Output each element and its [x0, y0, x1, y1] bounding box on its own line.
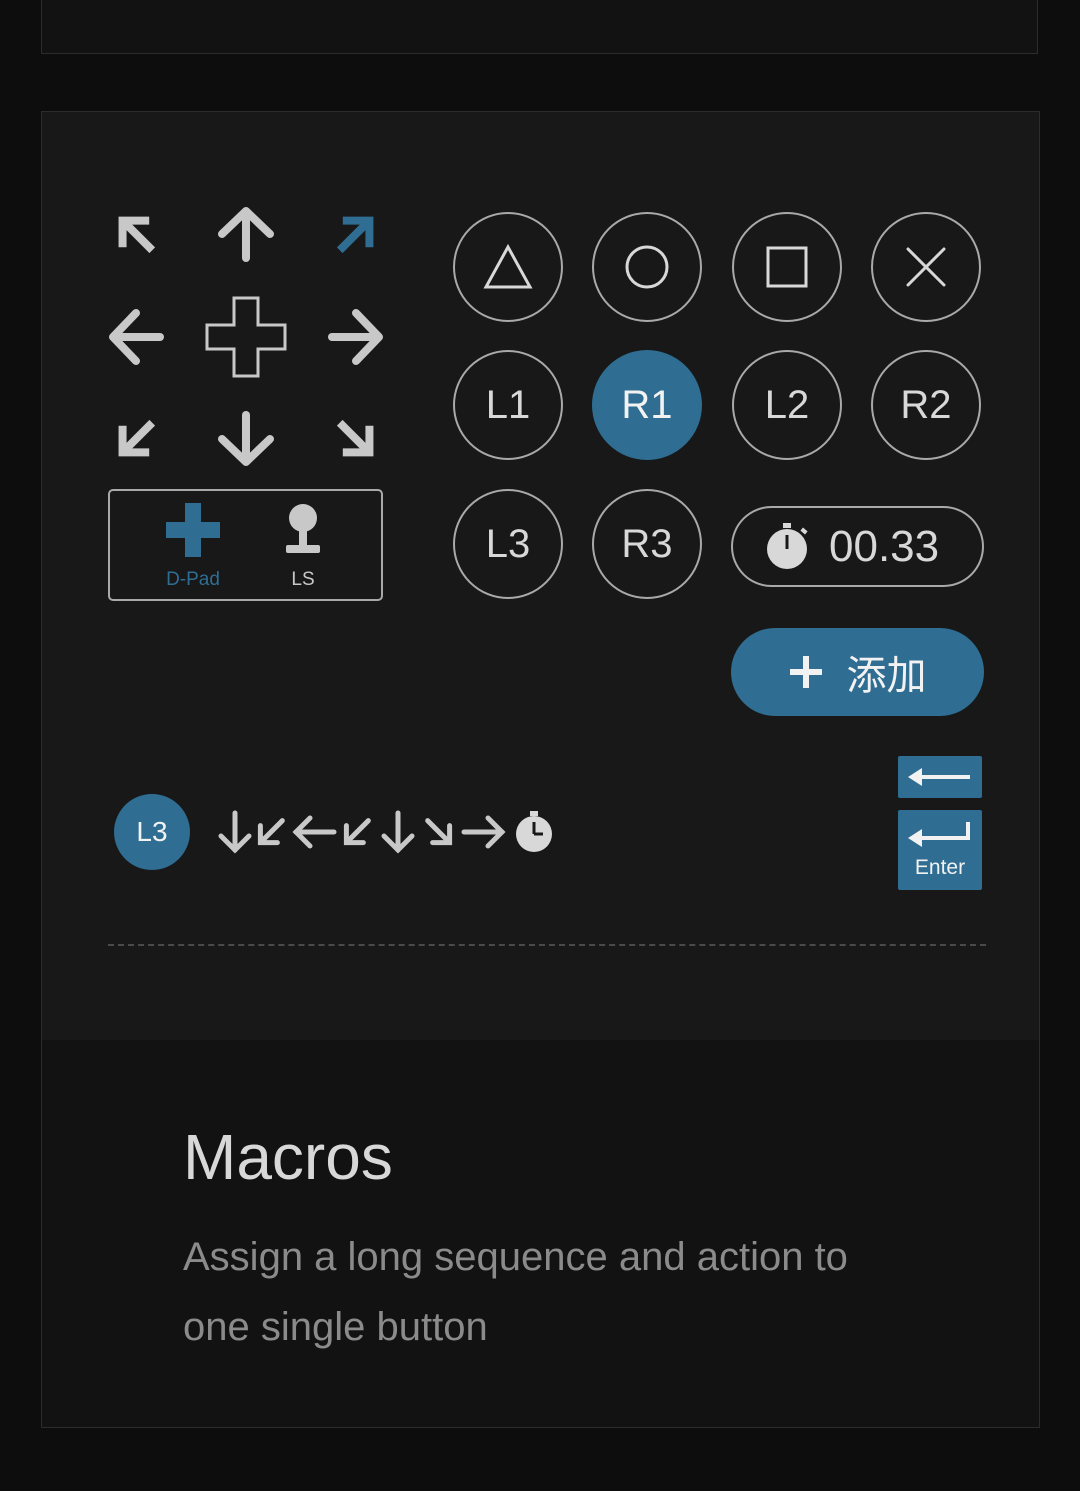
delay-timer-button[interactable]: 00.33: [731, 506, 984, 587]
timer-value: 00.33: [829, 521, 940, 571]
feature-card: D-Pad LS L1 R1 L2 R2 L3 R3 00.33 添加 L3 E…: [41, 111, 1040, 1428]
cross-button[interactable]: [871, 212, 981, 322]
r2-button[interactable]: R2: [871, 350, 981, 460]
backspace-key[interactable]: [898, 756, 982, 798]
dpad-center-button[interactable]: [201, 292, 291, 382]
arrow-up-icon: [218, 207, 274, 262]
enter-icon: [908, 822, 970, 847]
arrow-down-icon: [218, 411, 274, 466]
sequence-trigger-badge: L3: [114, 794, 190, 870]
l1-button[interactable]: L1: [453, 350, 563, 460]
feature-title: Macros: [183, 1121, 393, 1193]
add-button-label: 添加: [846, 653, 927, 699]
l3-button[interactable]: L3: [453, 489, 563, 599]
r1-button[interactable]: R1: [592, 350, 702, 460]
macro-editor-panel: D-Pad LS L1 R1 L2 R2 L3 R3 00.33 添加 L3 E…: [42, 112, 1039, 1040]
r3-button[interactable]: R3: [592, 489, 702, 599]
add-button[interactable]: 添加: [731, 628, 984, 716]
arrow-up-left-icon: [118, 216, 156, 254]
arrow-up-right-icon: [336, 216, 374, 254]
arrow-up-button[interactable]: [201, 189, 291, 279]
dpad-option[interactable]: D-Pad: [148, 501, 238, 593]
square-button[interactable]: [732, 212, 842, 322]
arrow-up-right-button[interactable]: [311, 189, 401, 279]
plus-icon: [789, 656, 822, 688]
step-down-left-icon: [257, 818, 285, 846]
ls-option[interactable]: LS: [258, 501, 348, 593]
l2-button[interactable]: L2: [732, 350, 842, 460]
circle-icon: [625, 245, 669, 289]
previous-card: [41, 0, 1038, 54]
stopwatch-icon: [767, 522, 808, 569]
input-source-selector: D-Pad LS: [108, 489, 383, 601]
arrow-right-button[interactable]: [311, 292, 401, 382]
arrow-down-left-icon: [118, 419, 156, 457]
step-right-icon: [461, 815, 506, 849]
cross-icon: [906, 247, 946, 287]
step-down-icon: [381, 810, 415, 854]
step-down-right-icon: [425, 818, 453, 846]
arrow-down-right-icon: [336, 419, 374, 457]
arrow-down-button[interactable]: [201, 394, 291, 484]
dpad-option-label: D-Pad: [166, 569, 220, 590]
triangle-icon: [483, 243, 533, 289]
macro-sequence[interactable]: L3: [114, 792, 556, 872]
arrow-down-right-button[interactable]: [311, 394, 401, 484]
enter-key[interactable]: Enter: [898, 810, 982, 890]
dashed-divider: [108, 944, 986, 946]
feature-description: Assign a long sequence and action to one…: [183, 1235, 848, 1349]
enter-key-label: Enter: [914, 856, 966, 879]
arrow-right-icon: [328, 309, 383, 365]
arrow-left-icon: [109, 309, 164, 365]
step-left-icon: [292, 815, 337, 849]
dpad-icon: [166, 503, 220, 557]
circle-button[interactable]: [592, 212, 702, 322]
square-icon: [766, 246, 808, 288]
step-down-left-icon: [343, 818, 371, 846]
joystick-icon: [286, 504, 320, 553]
arrow-up-left-button[interactable]: [91, 189, 181, 279]
arrow-left-button[interactable]: [91, 292, 181, 382]
arrow-down-left-button[interactable]: [91, 394, 181, 484]
dpad-outline-icon: [205, 296, 287, 378]
step-timer-icon: [516, 811, 552, 852]
sequence-steps: [218, 810, 556, 854]
triangle-button[interactable]: [453, 212, 563, 322]
backspace-icon: [908, 768, 970, 786]
step-down-icon: [218, 810, 252, 854]
ls-option-label: LS: [291, 569, 315, 590]
